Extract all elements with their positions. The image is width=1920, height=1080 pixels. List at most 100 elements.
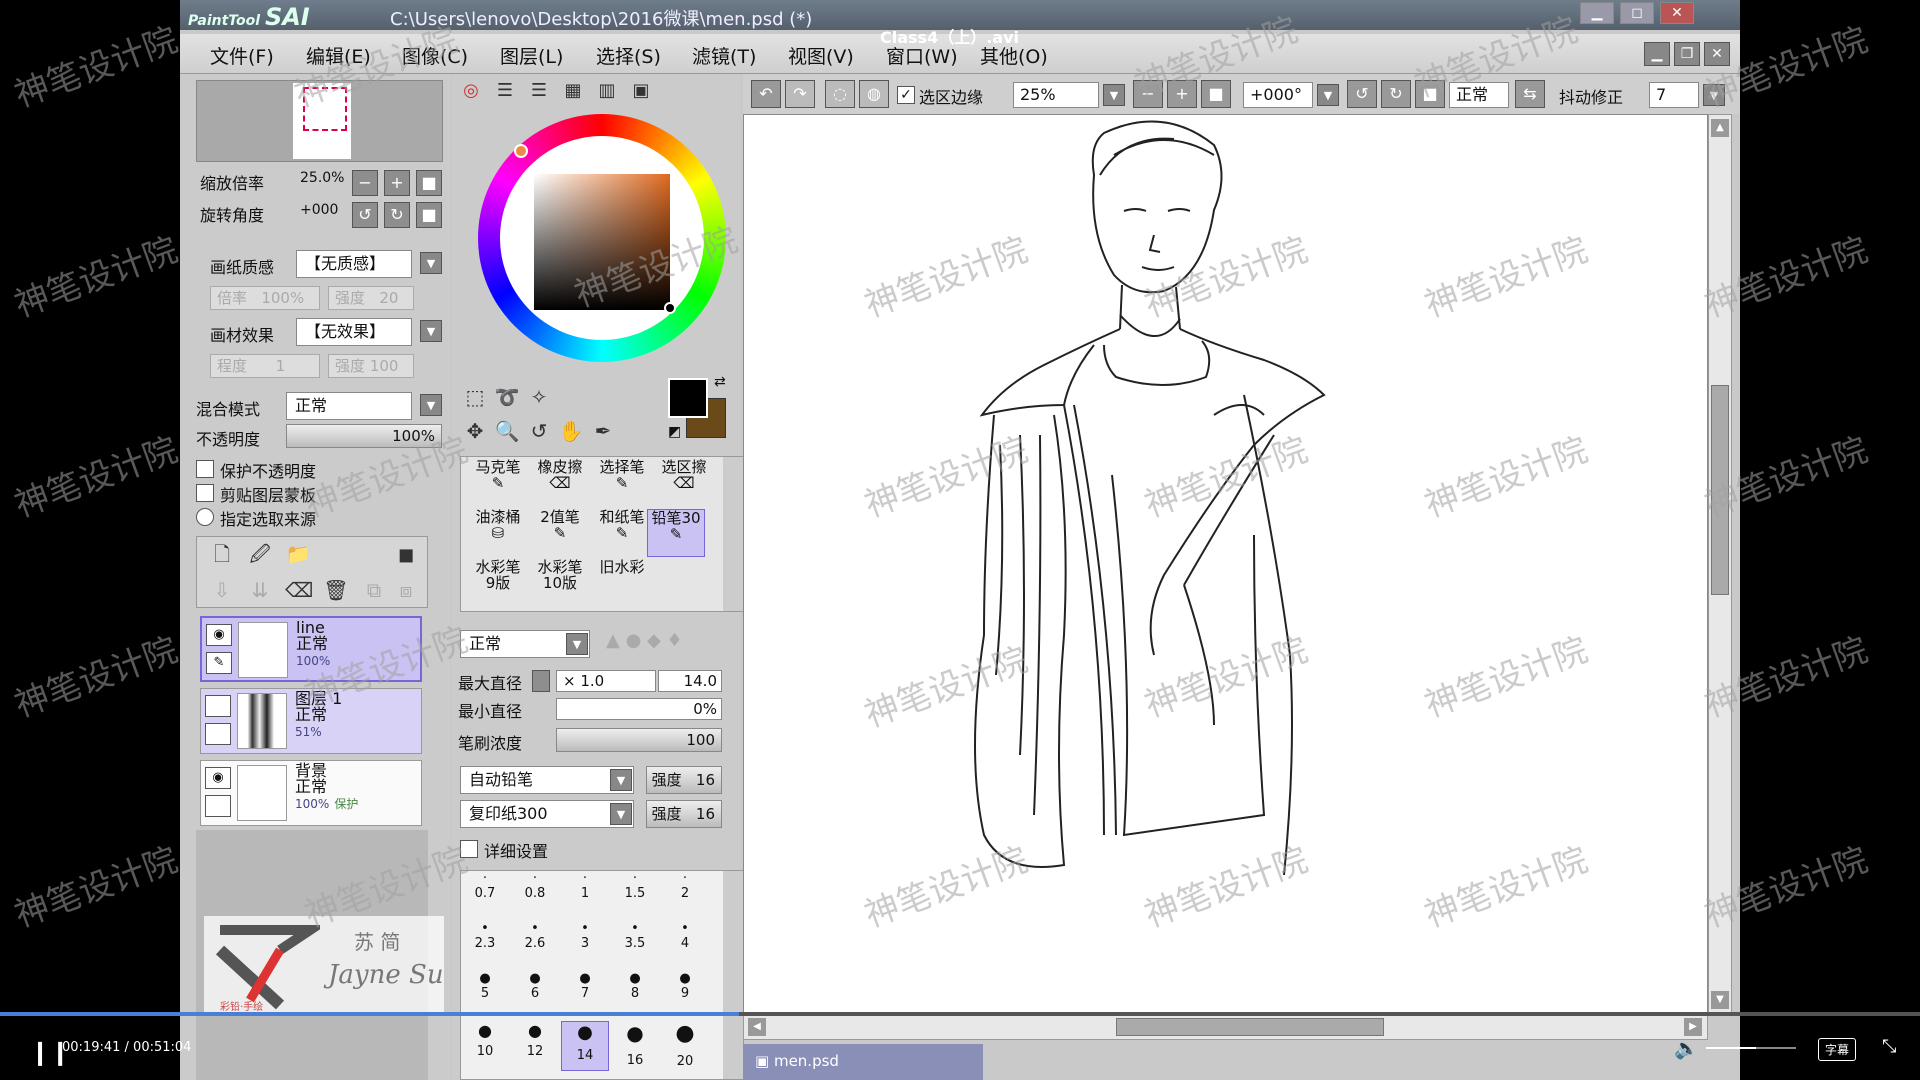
navigator-viewport[interactable] bbox=[303, 87, 347, 131]
merge-visible-icon[interactable]: ⧉ bbox=[361, 577, 387, 603]
size-grid-scrollbar[interactable] bbox=[723, 871, 743, 1079]
rect-select-icon[interactable]: ⬚ bbox=[462, 384, 488, 410]
doc-minimize-button[interactable]: ▁ bbox=[1644, 42, 1670, 66]
brush-mode-arrow-icon[interactable]: ▼ bbox=[566, 633, 588, 655]
opacity-slider[interactable]: 100% bbox=[286, 424, 442, 448]
eye-hidden-icon[interactable] bbox=[205, 695, 231, 717]
scroll-right-arrow-icon[interactable]: ▶ bbox=[1684, 1018, 1702, 1036]
color-wheel-tab-icon[interactable]: ◎ bbox=[458, 78, 484, 104]
stabilizer-arrow-icon[interactable]: ▼ bbox=[1703, 84, 1725, 106]
menu-layer[interactable]: 图层(L) bbox=[500, 42, 563, 69]
size-cell[interactable]: • 3 bbox=[561, 921, 609, 971]
swap-colors-icon[interactable]: ⇄ bbox=[714, 374, 726, 390]
doc-close-button[interactable]: ✕ bbox=[1704, 42, 1730, 66]
protect-opacity-checkbox[interactable] bbox=[196, 460, 214, 478]
scroll-left-arrow-icon[interactable]: ◀ bbox=[748, 1018, 766, 1036]
zoom-select-arrow-icon[interactable]: ▼ bbox=[1103, 84, 1125, 106]
menu-select[interactable]: 选择(S) bbox=[596, 42, 661, 69]
zoom-reset-button[interactable]: ■ bbox=[416, 170, 442, 196]
size-cell[interactable]: ● 12 bbox=[511, 1021, 559, 1071]
brush-shape-arrow-icon[interactable]: ▼ bbox=[610, 769, 632, 791]
zoom-minus-icon[interactable]: − bbox=[1133, 80, 1163, 108]
brush-texture-select[interactable]: 复印纸300 bbox=[460, 800, 634, 828]
blend-mode-arrow-icon[interactable]: ▼ bbox=[420, 394, 442, 416]
size-cell-selected[interactable]: ● 14 bbox=[561, 1021, 609, 1071]
zoom-out-button[interactable]: − bbox=[352, 170, 378, 196]
selection-source-radio[interactable] bbox=[196, 508, 214, 526]
new-layer-icon[interactable]: 🗋 bbox=[209, 541, 235, 567]
menu-filter[interactable]: 滤镜(T) bbox=[692, 42, 756, 69]
move-icon[interactable]: ✥ bbox=[462, 418, 488, 444]
size-cell[interactable]: · 2 bbox=[661, 871, 709, 921]
brush-grid-scrollbar[interactable] bbox=[723, 457, 743, 611]
rotate-right-button[interactable]: ↻ bbox=[384, 202, 410, 228]
flip-horizontal-icon[interactable]: ⇆ bbox=[1515, 80, 1545, 108]
redo-icon[interactable]: ↷ bbox=[785, 80, 815, 108]
canvas-blend-select[interactable]: 正常 bbox=[1449, 82, 1509, 108]
minimize-window-button[interactable]: ▁ bbox=[1580, 2, 1614, 24]
blend-mode-select[interactable]: 正常 bbox=[286, 392, 412, 420]
brush-shape-select[interactable]: 自动铅笔 bbox=[460, 766, 634, 794]
new-vector-layer-icon[interactable]: 🖉 bbox=[247, 541, 273, 567]
selection-edge-checkbox[interactable]: ✓ bbox=[897, 86, 915, 104]
layer-item[interactable]: 图层 1 正常 51% bbox=[200, 688, 422, 754]
sv-marker[interactable] bbox=[664, 302, 676, 314]
close-window-button[interactable]: ✕ bbox=[1660, 2, 1694, 24]
brush-select-eraser[interactable]: 选区擦 ⌫ bbox=[647, 459, 721, 507]
zoom-icon[interactable]: 🔍 bbox=[494, 418, 520, 444]
detail-settings-checkbox[interactable] bbox=[460, 840, 478, 858]
deselect-icon[interactable]: ◌ bbox=[825, 80, 855, 108]
rotate-ccw-icon[interactable]: ↺ bbox=[1347, 80, 1377, 108]
size-cell[interactable]: · 0.7 bbox=[461, 871, 509, 921]
size-multiplier-field[interactable]: × 1.0 bbox=[556, 670, 656, 692]
hue-marker[interactable] bbox=[514, 144, 528, 158]
zoom-in-button[interactable]: + bbox=[384, 170, 410, 196]
reset-colors-icon[interactable]: ◩ bbox=[668, 424, 681, 440]
size-cell[interactable]: ● 10 bbox=[461, 1021, 509, 1071]
rotate-view-icon[interactable]: ↺ bbox=[526, 418, 552, 444]
mask-icon[interactable]: ◼ bbox=[393, 541, 419, 567]
size-cell[interactable]: • 3.5 bbox=[611, 921, 659, 971]
menu-image[interactable]: 图像(C) bbox=[402, 42, 468, 69]
rotate-cw-icon[interactable]: ↻ bbox=[1381, 80, 1411, 108]
exit-fullscreen-icon[interactable]: ⤡ bbox=[1882, 1036, 1896, 1057]
menu-edit[interactable]: 编辑(E) bbox=[306, 42, 371, 69]
eye-icon[interactable]: ◉ bbox=[205, 767, 231, 789]
canvas-horizontal-scrollbar[interactable]: ◀ ▶ bbox=[743, 1014, 1708, 1040]
swatches-tab-icon[interactable]: ▥ bbox=[594, 78, 620, 104]
max-size-field[interactable]: 14.0 bbox=[658, 670, 722, 692]
density-slider[interactable]: 100 bbox=[556, 728, 722, 752]
rgb-slider-tab-icon[interactable]: ☰ bbox=[492, 78, 518, 104]
hand-icon[interactable]: ✋ bbox=[558, 418, 584, 444]
brush-texture-arrow-icon[interactable]: ▼ bbox=[610, 803, 632, 825]
size-cell[interactable]: ● 20 bbox=[661, 1021, 709, 1071]
eyedropper-icon[interactable]: ✒ bbox=[590, 418, 616, 444]
stabilizer-select[interactable]: 7 bbox=[1649, 82, 1699, 108]
min-size-field[interactable]: 0% bbox=[556, 698, 722, 720]
saturation-value-square[interactable] bbox=[534, 174, 670, 310]
volume-slider[interactable] bbox=[1706, 1047, 1796, 1049]
size-cell[interactable]: · 0.8 bbox=[511, 871, 559, 921]
color-palette-tab-icon[interactable]: ▦ bbox=[560, 78, 586, 104]
brush-old-watercolor[interactable]: 旧水彩 bbox=[585, 559, 659, 607]
eye-icon[interactable]: ◉ bbox=[206, 624, 232, 646]
brush-effect-select[interactable]: 【无效果】 bbox=[296, 318, 412, 346]
new-folder-icon[interactable]: 📁 bbox=[285, 541, 311, 567]
hsv-slider-tab-icon[interactable]: ☰ bbox=[526, 78, 552, 104]
flatten-icon[interactable]: ⧈ bbox=[393, 577, 419, 603]
size-cell[interactable]: · 1.5 bbox=[611, 871, 659, 921]
paper-texture-select[interactable]: 【无质感】 bbox=[296, 250, 412, 278]
brush-texture-strength[interactable]: 强度 16 bbox=[646, 800, 722, 828]
pen-lock-icon[interactable]: ✎ bbox=[206, 652, 232, 674]
volume-icon[interactable]: 🔈 bbox=[1674, 1036, 1699, 1060]
horizontal-scroll-thumb[interactable] bbox=[1116, 1018, 1384, 1036]
maximize-window-button[interactable]: ◻ bbox=[1620, 2, 1654, 24]
lasso-icon[interactable]: ➰ bbox=[494, 384, 520, 410]
drawing-canvas[interactable] bbox=[743, 114, 1708, 1014]
zoom-select[interactable]: 25% bbox=[1013, 82, 1099, 108]
angle-select[interactable]: +000° bbox=[1243, 82, 1313, 108]
menu-view[interactable]: 视图(V) bbox=[788, 42, 854, 69]
clipping-mask-checkbox[interactable] bbox=[196, 484, 214, 502]
subtitle-button[interactable]: 字幕 bbox=[1818, 1038, 1857, 1061]
invert-selection-icon[interactable]: ◍ bbox=[859, 80, 889, 108]
